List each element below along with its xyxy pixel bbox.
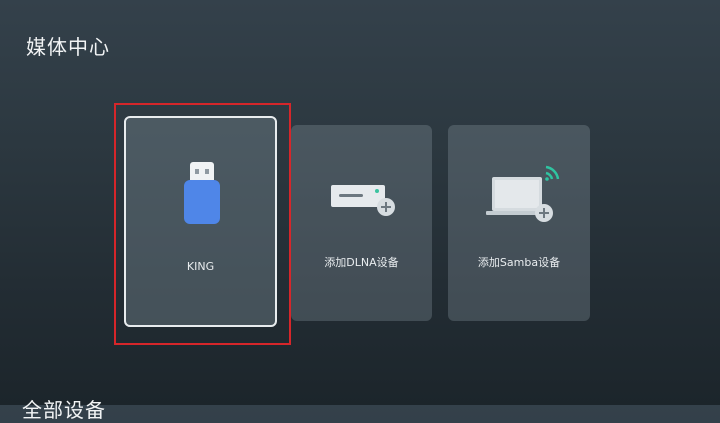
add-samba-device-card[interactable]: 添加Samba设备 [448,125,590,321]
add-dlna-device-card[interactable]: 添加DLNA设备 [291,125,432,321]
usb-drive-icon [184,162,220,224]
device-label: 添加DLNA设备 [324,256,399,269]
device-label: 添加Samba设备 [477,256,561,269]
add-samba-device-icon [486,165,560,222]
device-card-usb[interactable]: KING [124,116,277,327]
page-title: 媒体中心 [26,35,110,59]
device-label: KING [186,260,215,273]
section-title-all-devices: 全部设备 [22,398,106,422]
add-dlna-device-icon [331,185,395,216]
